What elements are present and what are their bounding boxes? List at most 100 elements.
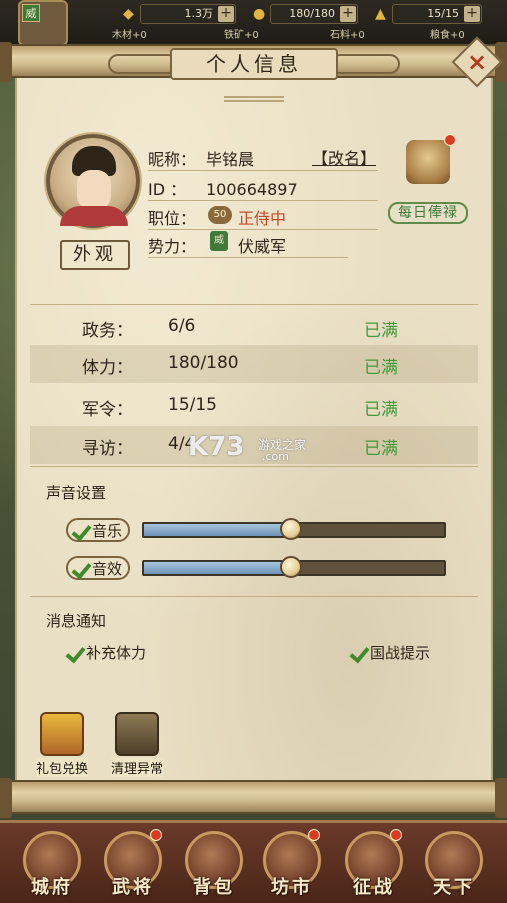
id-label: ID ： [148, 180, 187, 199]
title-ornament-right [330, 54, 400, 74]
stat-row-affairs: 政务： 6/6 已满 [30, 308, 478, 346]
rank-value: 正侍中 [238, 209, 287, 228]
nav-generals[interactable]: 武将 [101, 831, 165, 903]
nav-bag[interactable]: 背包 [182, 831, 246, 903]
add-food-button[interactable]: + [340, 6, 356, 22]
sound-settings-title: 声音设置 [46, 484, 107, 502]
checkmark-icon [66, 645, 84, 663]
music-slider-knob[interactable] [280, 518, 302, 540]
effects-slider-knob[interactable] [280, 556, 302, 578]
scroll-bottom-rod [0, 778, 507, 818]
stat-label: 体力： [82, 358, 133, 378]
appearance-button[interactable]: 外观 [60, 240, 130, 270]
war-notify-checkbox[interactable]: 国战提示 [350, 642, 430, 666]
stat-status: 已满 [364, 358, 398, 378]
close-icon: × [466, 48, 488, 76]
stat-value: 6/6 [168, 316, 196, 336]
add-gold-button[interactable]: + [218, 6, 234, 22]
rice-bowl-icon: ● [253, 6, 266, 22]
nav-label: 城府 [31, 877, 73, 898]
stat-label: 军令： [82, 400, 133, 420]
notification-dot [444, 134, 456, 146]
nav-notification-dot [150, 829, 162, 841]
nickname-label: 昵称： [148, 150, 197, 169]
stat-value: 15/15 [168, 395, 217, 415]
watermark-domain: .com [262, 450, 289, 463]
effects-slider[interactable] [142, 556, 446, 578]
rank-label: 职位： [148, 209, 197, 228]
music-slider[interactable] [142, 518, 446, 540]
rank-level-badge: 50 [208, 206, 232, 224]
war-notify-label: 国战提示 [370, 644, 431, 662]
stone-material: 石料+0 [330, 30, 365, 41]
gold-ingot-icon: ◆ [123, 6, 134, 22]
wood-material: 木材+0 [112, 30, 147, 41]
notifications-title: 消息通知 [46, 612, 107, 630]
stat-label: 寻访： [82, 439, 133, 459]
faction-tag: 威 [22, 4, 40, 22]
faction-row: 势力： [148, 233, 206, 257]
faction-value: 伏威军 [238, 237, 287, 256]
gift-box-icon [40, 712, 84, 756]
bottom-navigation: 城府 武将 背包 坊市 征战 天下 [0, 820, 507, 903]
order-resource: ▲ 15/15 + [375, 4, 482, 24]
panel-title: 个人信息 [170, 48, 338, 80]
stat-row-orders: 军令： 15/15 已满 [30, 387, 478, 425]
add-order-button[interactable]: + [464, 6, 480, 22]
watermark-logo: K73 [188, 432, 245, 462]
nav-world[interactable]: 天下 [422, 831, 486, 903]
effects-label: 音效 [92, 560, 123, 578]
stat-row-stamina: 体力： 180/180 已满 [30, 345, 478, 383]
id-value: 100664897 [206, 180, 298, 199]
daily-salary-button[interactable]: 每日俸禄 [388, 202, 468, 224]
faction-icon: 威 [210, 231, 228, 251]
id-row: ID ： 100664897 [148, 176, 298, 200]
stat-row-visits: 寻访： 4/4 已满 [30, 426, 478, 464]
stat-status: 已满 [364, 439, 398, 459]
gift-redeem-button[interactable]: 礼包兑换 [32, 712, 92, 782]
nav-label: 武将 [112, 877, 154, 898]
checkmark-icon [72, 523, 90, 541]
checkmark-icon [72, 561, 90, 579]
music-label: 音乐 [92, 522, 123, 540]
faction-label: 势力： [148, 237, 197, 256]
stamina-notify-label: 补充体力 [86, 644, 147, 662]
rename-button[interactable]: 【改名】 [312, 145, 376, 169]
nav-battle[interactable]: 征战 [342, 831, 406, 903]
title-ornament-left [108, 54, 178, 74]
nickname-row: 昵称： 毕铭晨 [148, 146, 254, 170]
clear-error-label: 清理异常 [110, 758, 163, 777]
lion-seal-icon[interactable] [406, 140, 450, 184]
effects-toggle[interactable]: 音效 [66, 556, 131, 580]
nav-label: 坊市 [271, 877, 313, 898]
stat-label: 政务： [82, 321, 133, 341]
food-resource: ● 180/180 + [253, 4, 358, 24]
nav-city[interactable]: 城府 [20, 831, 84, 903]
gold-value: 1.3万 [184, 7, 214, 20]
checkmark-icon [350, 645, 368, 663]
nav-notification-dot [390, 829, 402, 841]
music-toggle[interactable]: 音乐 [66, 518, 131, 542]
player-portrait [46, 134, 140, 228]
gift-redeem-label: 礼包兑换 [35, 758, 88, 777]
nav-market[interactable]: 坊市 [260, 831, 324, 903]
nav-label: 天下 [433, 877, 475, 898]
tent-icon: ▲ [375, 6, 386, 22]
divider-ornament [224, 96, 284, 102]
order-value: 15/15 [427, 7, 459, 20]
player-avatar-small[interactable]: 威 [18, 0, 68, 46]
rank-row: 职位： [148, 205, 206, 229]
food-value: 180/180 [289, 7, 335, 20]
stat-status: 已满 [364, 321, 398, 341]
resource-bar: 威 ◆ 1.3万 + ● 180/180 + ▲ 15/15 + 木材+0 铁矿… [0, 0, 507, 48]
nav-label: 征战 [353, 877, 395, 898]
iron-material: 铁矿+0 [224, 30, 259, 41]
nickname-value: 毕铭晨 [206, 150, 255, 169]
stamina-notify-checkbox[interactable]: 补充体力 [66, 642, 146, 666]
clear-error-button[interactable]: 清理异常 [107, 712, 167, 782]
effects-slider-fill [144, 562, 291, 574]
broom-icon [115, 712, 159, 756]
stat-value: 180/180 [168, 353, 239, 373]
nav-label: 背包 [193, 877, 235, 898]
grain-material: 粮食+0 [430, 30, 465, 41]
